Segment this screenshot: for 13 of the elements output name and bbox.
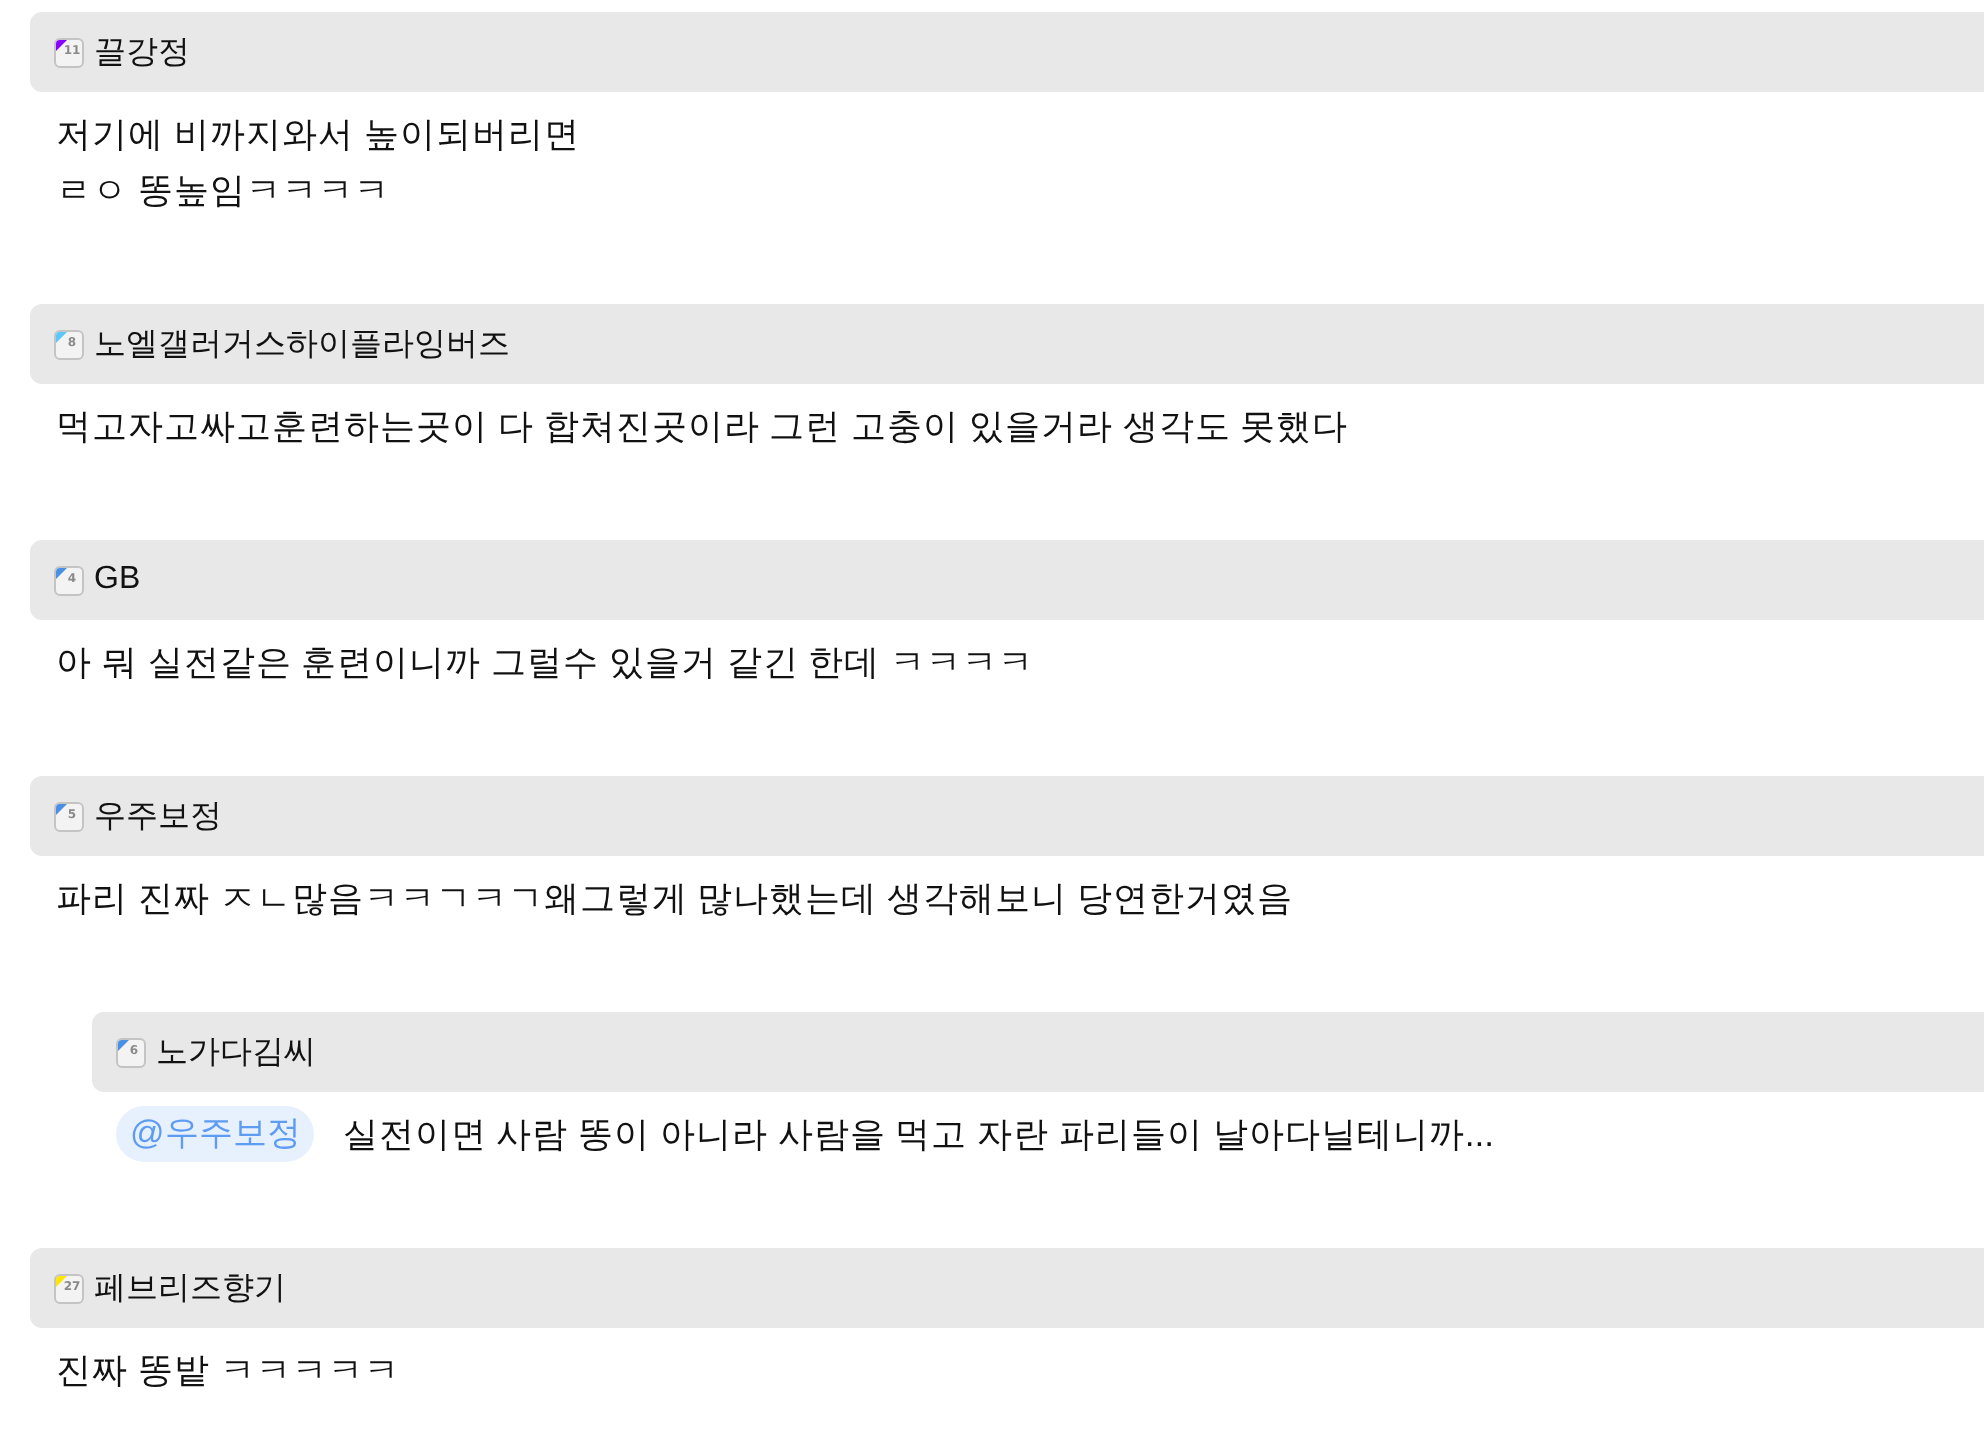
username: 노가다김씨 [156,1033,316,1073]
comment-text: 실전이면 사람 똥이 아니라 사람을 먹고 자란 파리들이 날아다닐테니까... [342,1112,1495,1158]
comment-text: 진짜 똥밭 ㅋㅋㅋㅋㅋ [56,1348,400,1394]
username: 우주보정 [94,797,222,837]
username: 끌강정 [94,33,190,73]
username: 노엘갤러거스하이플라잉버즈 [94,325,510,365]
comment-text: 먹고자고싸고훈련하는곳이 다 합쳐진곳이라 그런 고충이 있을거라 생각도 못했다 [56,404,1349,450]
comment-text: 저기에 비까지와서 높이되버리면 ㄹㅇ 똥높임ㅋㅋㅋㅋ [56,112,580,214]
username: GB [94,562,141,598]
comment-text: 아 뭐 실전같은 훈련이니까 그럴수 있을거 같긴 한데 ㅋㅋㅋㅋ [56,640,1035,686]
username: 페브리즈향기 [94,1269,286,1309]
mention-tag[interactable]: @우주보정 [116,1106,315,1162]
comment-text: 파리 진짜 ㅈㄴ많음ㅋㅋㄱㅋㄱ왜그렇게 많나했는데 생각해보니 당연한거였음 [56,876,1293,922]
